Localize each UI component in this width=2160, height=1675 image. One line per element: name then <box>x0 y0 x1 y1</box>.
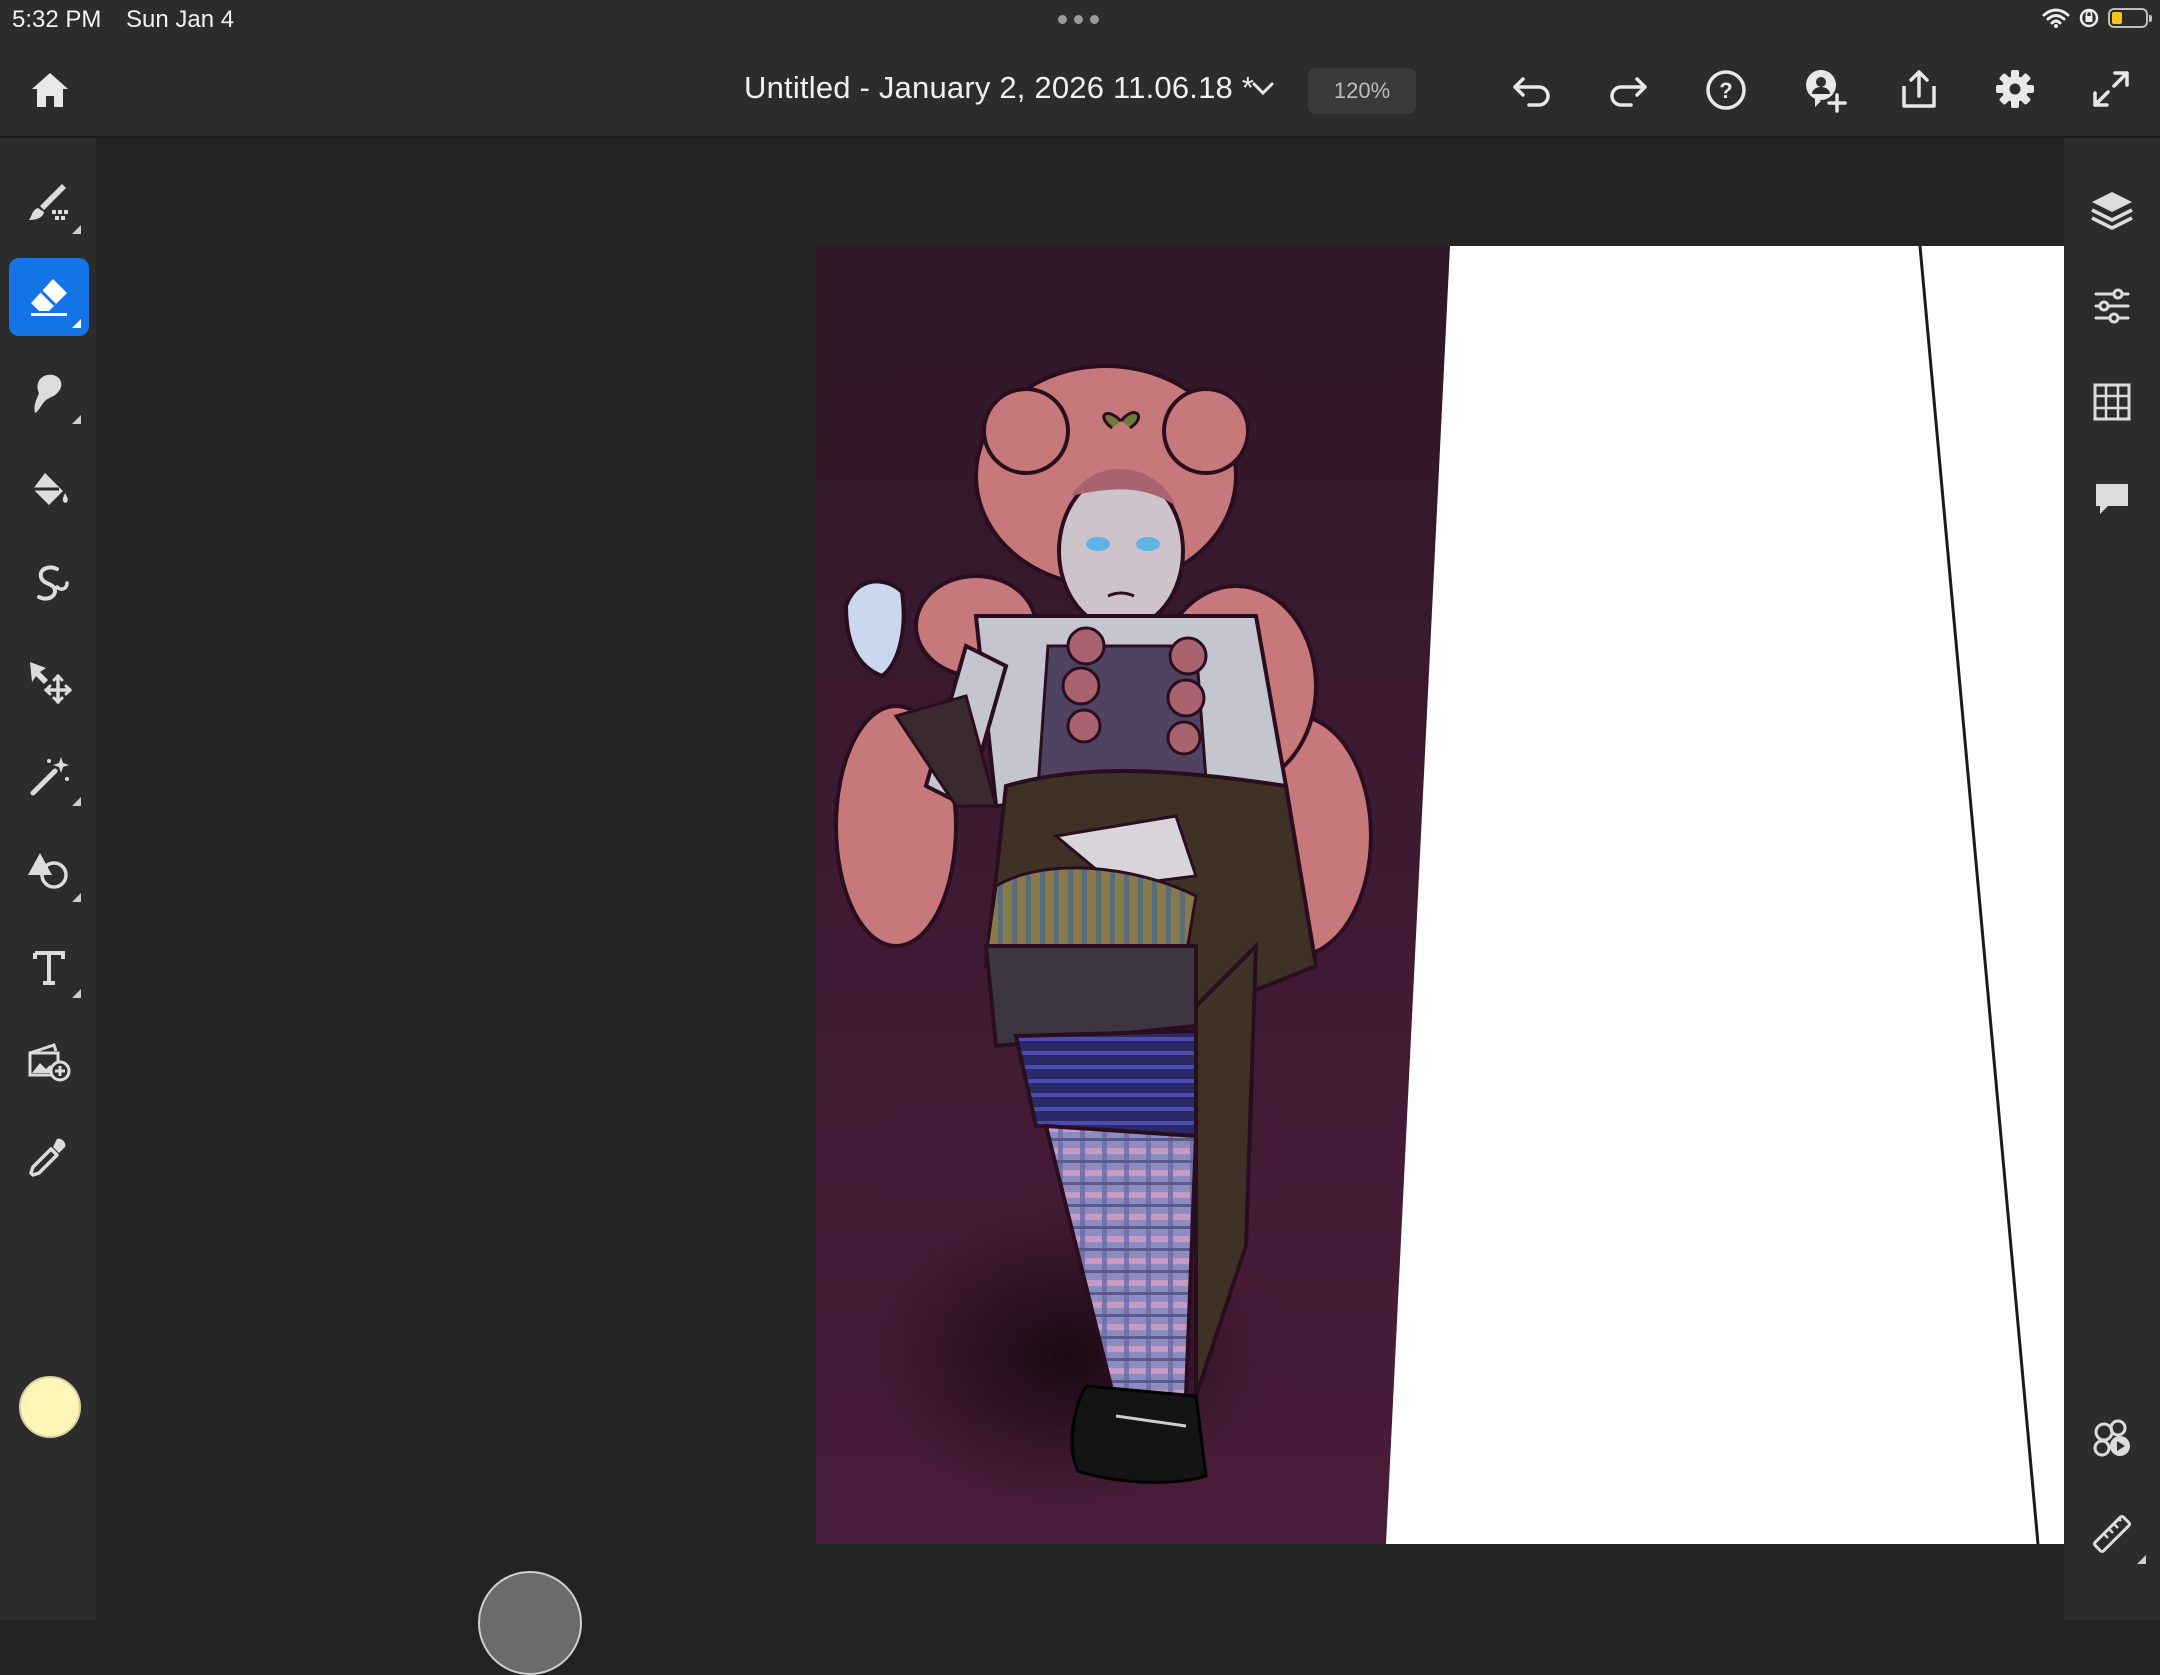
wifi-icon <box>2042 8 2070 28</box>
battery-icon <box>2108 8 2152 28</box>
ruler-button[interactable] <box>2082 1504 2146 1564</box>
text-tool[interactable] <box>9 928 89 1006</box>
status-date: Sun Jan 4 <box>126 6 235 33</box>
add-image-tool[interactable] <box>9 1022 89 1100</box>
move-tool[interactable] <box>9 642 89 720</box>
shape-tool[interactable] <box>9 832 89 910</box>
fullscreen-button[interactable] <box>2088 66 2134 112</box>
ruler-icon <box>2092 1514 2132 1554</box>
status-bar: 5:32 PM Sun Jan 4 <box>0 0 2160 40</box>
comment-icon <box>2096 484 2128 514</box>
magic-wand-icon <box>30 757 69 796</box>
liquify-tool[interactable] <box>9 544 89 622</box>
undo-icon <box>1513 77 1550 107</box>
layers-icon <box>2091 192 2133 230</box>
fill-tool[interactable] <box>9 450 89 528</box>
document-title[interactable]: Untitled - January 2, 2026 11.06.18 * <box>744 70 1254 106</box>
shapes-icon <box>28 853 68 889</box>
left-tool-rail <box>0 138 96 1620</box>
artboard[interactable] <box>816 246 2064 1544</box>
gear-icon <box>1996 70 2034 108</box>
features-button[interactable] <box>2082 1408 2142 1468</box>
redo-icon <box>1610 77 1647 107</box>
settings-button[interactable] <box>1990 64 2040 114</box>
zoom-level[interactable]: 120% <box>1308 68 1416 114</box>
smudge-icon <box>34 374 62 413</box>
home-button[interactable] <box>26 66 74 114</box>
status-icons <box>2042 7 2152 29</box>
text-icon <box>33 951 65 985</box>
share-icon <box>1902 70 1936 108</box>
grid-button[interactable] <box>2082 372 2142 432</box>
quick-access-button[interactable] <box>478 1571 582 1675</box>
eraser-icon <box>31 279 67 316</box>
liquify-icon <box>37 565 69 601</box>
invite-button[interactable] <box>1798 64 1850 116</box>
artwork-canvas[interactable] <box>816 246 2064 1544</box>
undo-button[interactable] <box>1508 66 1556 114</box>
grid-icon <box>2093 383 2131 421</box>
share-button[interactable] <box>1894 64 1944 114</box>
top-toolbar: Untitled - January 2, 2026 11.06.18 * 12… <box>0 40 2160 138</box>
move-arrows-icon <box>30 662 72 704</box>
status-time: 5:32 PM <box>12 6 102 33</box>
home-icon <box>32 73 68 107</box>
add-image-icon <box>28 1043 71 1082</box>
eyedropper-icon <box>29 1138 66 1177</box>
redo-button[interactable] <box>1604 66 1652 114</box>
current-color-swatch[interactable] <box>19 1376 81 1438</box>
paint-bucket-icon <box>33 473 68 505</box>
smudge-tool[interactable] <box>9 354 89 432</box>
expand-icon <box>2093 71 2129 107</box>
right-panel-rail <box>2064 138 2160 1620</box>
adjustments-button[interactable] <box>2082 276 2142 336</box>
comments-button[interactable] <box>2082 468 2142 528</box>
orientation-lock-icon <box>2079 8 2099 28</box>
brush-tool[interactable] <box>9 164 89 242</box>
canvas-area[interactable] <box>96 138 2064 1675</box>
title-dropdown-button[interactable] <box>1248 74 1278 104</box>
help-button[interactable]: ? <box>1702 66 1750 114</box>
eyedropper-tool[interactable] <box>9 1118 89 1196</box>
invite-user-icon <box>1806 70 1847 113</box>
svg-text:?: ? <box>1719 78 1732 103</box>
help-icon: ? <box>1706 70 1746 110</box>
features-icon <box>2093 1419 2130 1457</box>
layers-button[interactable] <box>2082 180 2142 240</box>
eraser-tool[interactable] <box>9 258 89 336</box>
multitasking-dots[interactable] <box>1058 15 1099 24</box>
brush-icon <box>29 184 68 220</box>
chevron-down-icon <box>1252 82 1274 96</box>
magic-wand-tool[interactable] <box>9 736 89 814</box>
sliders-icon <box>2094 288 2130 324</box>
